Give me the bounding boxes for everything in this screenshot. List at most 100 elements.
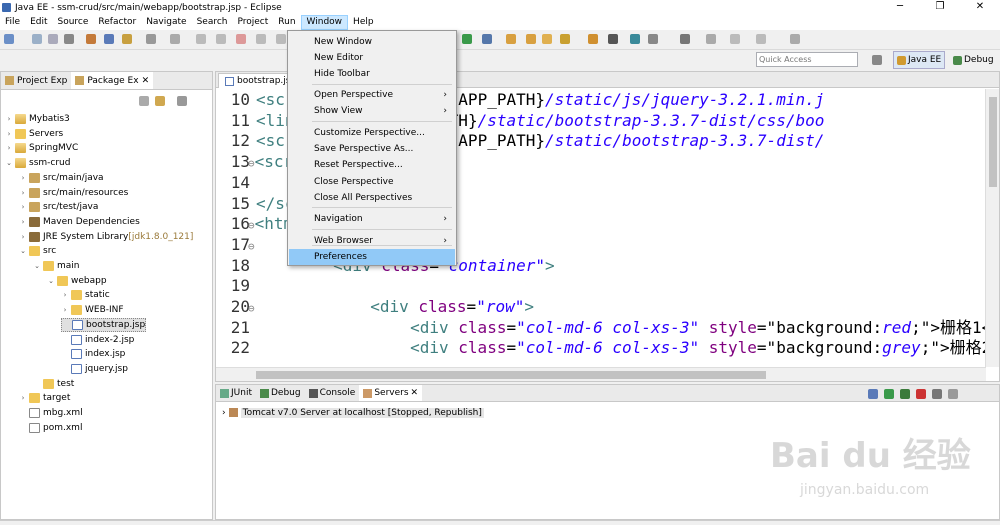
expand-arrow-icon[interactable]: ⌄ [47,277,55,285]
close-icon[interactable]: ✕ [411,385,419,402]
menu-item-close-all-perspectives[interactable]: Close All Perspectives [289,190,455,206]
menu-refactor[interactable]: Refactor [93,15,141,30]
open-type-icon[interactable] [542,34,552,44]
perspective-debug[interactable]: Debug [950,51,997,69]
tree-item[interactable]: › static [61,288,110,302]
menu-item-new-editor[interactable]: New Editor [289,50,455,66]
tab-servers[interactable]: Servers ✕ [359,385,423,402]
expand-arrow-icon[interactable]: › [222,408,226,418]
tab-project-explorer[interactable]: Project Exp [1,72,71,89]
menu-item-customize-perspective[interactable]: Customize Perspective... [289,125,455,141]
tree-item[interactable]: › WEB-INF [61,303,124,317]
menu-help[interactable]: Help [348,15,379,30]
horizontal-scrollbar[interactable] [216,367,986,381]
external-tools-icon[interactable] [588,34,598,44]
tree-item[interactable]: ⌄ ssm-crud [5,156,70,170]
save-all-icon[interactable] [48,34,58,44]
tree-item[interactable]: ⌄ main [33,259,80,273]
profile-server-icon[interactable] [900,389,910,399]
expand-arrow-icon[interactable]: › [5,115,13,123]
collapse-all-icon[interactable] [139,96,149,106]
new-package-icon[interactable] [526,34,536,44]
tree-item[interactable]: ⌄ webapp [47,274,107,288]
expand-arrow-icon[interactable]: ⌄ [33,262,41,270]
suspend-icon[interactable] [216,34,226,44]
tree-item[interactable]: index-2.jsp [61,333,134,347]
menu-search[interactable]: Search [192,15,233,30]
scrollbar-thumb[interactable] [256,371,766,379]
terminate-icon[interactable] [236,34,246,44]
tree-item[interactable]: › JRE System Library [jdk1.8.0_121] [19,230,193,244]
pin-editor-icon[interactable] [790,34,800,44]
tree-item[interactable]: › Mybatis3 [5,112,70,126]
fold-icon[interactable]: ⊖ [248,302,255,315]
tree-item[interactable]: ⌄ src [19,244,56,258]
link-with-editor-icon[interactable] [155,96,165,106]
menu-item-save-perspective-as[interactable]: Save Perspective As... [289,141,455,157]
last-edit-icon[interactable] [706,34,716,44]
web-browser-icon[interactable] [560,34,570,44]
menu-item-web-browser[interactable]: Web Browser › [289,233,455,249]
expand-arrow-icon[interactable]: ⌄ [5,159,13,167]
fold-icon[interactable]: ⊖ [248,219,255,232]
menu-window[interactable]: Window [300,15,349,30]
server-list-item[interactable]: › Tomcat v7.0 Server at localhost [Stopp… [222,406,484,419]
annotation-icon[interactable] [170,34,180,44]
expand-arrow-icon[interactable]: › [19,218,27,226]
expand-arrow-icon[interactable]: › [61,306,69,314]
menu-item-navigation[interactable]: Navigation › [289,211,455,227]
tree-item[interactable]: › src/main/java [19,171,104,185]
previous-annotation-icon[interactable] [680,34,690,44]
new-icon[interactable] [4,34,14,44]
start-server-icon[interactable] [884,389,894,399]
print-icon[interactable] [64,34,74,44]
close-button[interactable]: ✕ [960,0,1000,15]
tree-item[interactable]: jquery.jsp [61,362,128,376]
menu-item-new-window[interactable]: New Window [289,34,455,50]
menu-item-open-perspective[interactable]: Open Perspective › [289,87,455,103]
menu-item-reset-perspective[interactable]: Reset Perspective... [289,157,455,173]
menu-item-close-perspective[interactable]: Close Perspective [289,174,455,190]
save-icon[interactable] [32,34,42,44]
forward-icon[interactable] [756,34,766,44]
tab-debug[interactable]: Debug [256,385,305,401]
view-menu-icon[interactable] [177,96,187,106]
tree-item[interactable]: › src/test/java [19,200,98,214]
toggle-mark-icon[interactable] [86,34,96,44]
tree-item[interactable]: bootstrap.jsp [61,317,147,332]
tree-item[interactable]: › SpringMVC [5,141,78,155]
task-icon[interactable] [122,34,132,44]
menu-item-hide-toolbar[interactable]: Hide Toolbar [289,66,455,82]
tree-item[interactable]: mbg.xml [19,406,83,420]
back-icon[interactable] [730,34,740,44]
close-icon[interactable]: ✕ [142,72,150,90]
next-annotation-icon[interactable] [648,34,658,44]
tree-item[interactable]: test [33,377,74,391]
skip-breakpoints-icon[interactable] [146,34,156,44]
tree-item[interactable]: pom.xml [19,421,82,435]
tab-junit[interactable]: JUnit [216,385,256,401]
globe-icon[interactable] [630,34,640,44]
expand-arrow-icon[interactable]: › [19,189,27,197]
publish-icon[interactable] [932,389,942,399]
clean-icon[interactable] [948,389,958,399]
fold-icon[interactable]: ⊖ [248,157,255,170]
menu-file[interactable]: File [0,15,25,30]
expand-arrow-icon[interactable]: › [5,144,13,152]
tab-console[interactable]: Console [305,385,360,401]
tab-package-explorer[interactable]: Package Ex ✕ [71,72,154,90]
expand-arrow-icon[interactable]: › [19,233,27,241]
expand-arrow-icon[interactable]: › [61,291,69,299]
expand-arrow-icon[interactable]: › [19,394,27,402]
search-icon[interactable] [104,34,114,44]
menu-project[interactable]: Project [232,15,273,30]
restore-button[interactable]: ❐ [920,0,960,15]
vertical-scrollbar[interactable] [985,89,999,367]
tree-item[interactable]: › Maven Dependencies [19,215,140,229]
expand-arrow-icon[interactable]: › [19,203,27,211]
tree-item[interactable]: › Servers [5,127,63,141]
debug-server-icon[interactable] [868,389,878,399]
resume-icon[interactable] [196,34,206,44]
perspective-icon[interactable] [608,34,618,44]
debug-icon[interactable] [482,34,492,44]
